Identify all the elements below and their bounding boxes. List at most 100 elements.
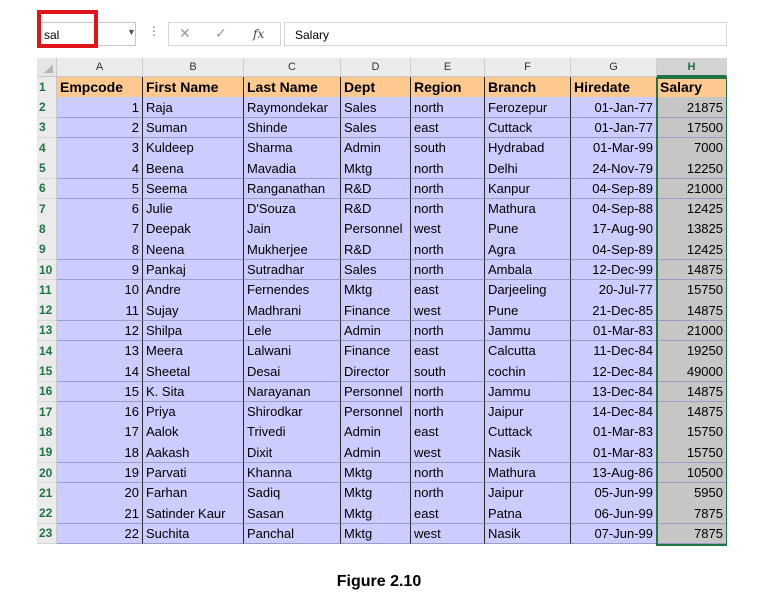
row-header-8[interactable]: 8	[37, 219, 57, 240]
table-cell[interactable]: east	[411, 503, 485, 525]
row-header-3[interactable]: 3	[37, 117, 57, 139]
table-cell[interactable]: 18	[57, 442, 143, 464]
table-cell[interactable]: 8	[57, 239, 143, 261]
table-cell[interactable]: east	[411, 280, 485, 301]
table-cell[interactable]: Kuldeep	[143, 137, 244, 159]
table-cell[interactable]: Kanpur	[485, 178, 571, 200]
table-cell[interactable]: 5	[57, 178, 143, 200]
table-cell[interactable]: 7000	[657, 137, 727, 159]
table-cell[interactable]: Admin	[341, 442, 411, 464]
table-cell[interactable]: 01-Mar-83	[571, 320, 657, 342]
row-header-23[interactable]: 23	[37, 523, 57, 545]
column-header-h[interactable]: H	[657, 58, 727, 77]
row-header-11[interactable]: 11	[37, 280, 57, 301]
row-header-18[interactable]: 18	[37, 422, 57, 443]
table-cell[interactable]: 15750	[657, 442, 727, 464]
table-cell[interactable]: Deepak	[143, 219, 244, 240]
table-cell[interactable]: 7	[57, 219, 143, 240]
table-cell[interactable]: 21000	[657, 320, 727, 342]
table-cell[interactable]: west	[411, 442, 485, 464]
table-cell[interactable]: Delhi	[485, 158, 571, 179]
table-cell[interactable]: Admin	[341, 422, 411, 443]
table-cell[interactable]: 04-Sep-89	[571, 178, 657, 200]
table-cell[interactable]: north	[411, 320, 485, 342]
table-cell[interactable]: R&D	[341, 239, 411, 261]
table-header-cell[interactable]: Branch	[485, 77, 571, 98]
table-cell[interactable]: 10	[57, 280, 143, 301]
table-cell[interactable]: Ambala	[485, 259, 571, 281]
row-header-22[interactable]: 22	[37, 503, 57, 525]
table-cell[interactable]: Nasik	[485, 523, 571, 545]
table-cell[interactable]: Personnel	[341, 381, 411, 403]
table-cell[interactable]: Aakash	[143, 442, 244, 464]
table-cell[interactable]: 7875	[657, 503, 727, 525]
table-cell[interactable]: north	[411, 259, 485, 281]
table-cell[interactable]: Finance	[341, 300, 411, 322]
table-cell[interactable]: 21875	[657, 97, 727, 119]
table-cell[interactable]: 22	[57, 523, 143, 545]
table-cell[interactable]: Mukherjee	[244, 239, 341, 261]
more-options-icon[interactable]: ⋮	[148, 24, 160, 38]
table-cell[interactable]: 11-Dec-84	[571, 340, 657, 362]
table-cell[interactable]: south	[411, 361, 485, 382]
table-cell[interactable]: 6	[57, 198, 143, 220]
table-cell[interactable]: Andre	[143, 280, 244, 301]
table-header-cell[interactable]: First Name	[143, 77, 244, 98]
table-cell[interactable]: west	[411, 219, 485, 240]
table-cell[interactable]: north	[411, 239, 485, 261]
table-cell[interactable]: cochin	[485, 361, 571, 382]
table-cell[interactable]: Pune	[485, 300, 571, 322]
row-header-10[interactable]: 10	[37, 259, 57, 281]
table-cell[interactable]: 10500	[657, 462, 727, 484]
table-cell[interactable]: Ferozepur	[485, 97, 571, 119]
table-cell[interactable]: 13	[57, 340, 143, 362]
row-header-13[interactable]: 13	[37, 320, 57, 342]
table-cell[interactable]: Panchal	[244, 523, 341, 545]
table-cell[interactable]: Sasan	[244, 503, 341, 525]
table-cell[interactable]: Lalwani	[244, 340, 341, 362]
table-cell[interactable]: west	[411, 300, 485, 322]
table-cell[interactable]: 7875	[657, 523, 727, 545]
table-cell[interactable]: 13-Dec-84	[571, 381, 657, 403]
table-cell[interactable]: Pune	[485, 219, 571, 240]
table-cell[interactable]: Shirodkar	[244, 401, 341, 423]
column-header-g[interactable]: G	[571, 58, 657, 77]
table-cell[interactable]: north	[411, 97, 485, 119]
table-cell[interactable]: 12-Dec-84	[571, 361, 657, 382]
column-header-c[interactable]: C	[244, 58, 341, 77]
table-cell[interactable]: Sales	[341, 97, 411, 119]
table-cell[interactable]: Pankaj	[143, 259, 244, 281]
table-cell[interactable]: Raja	[143, 97, 244, 119]
formula-input[interactable]: Salary	[284, 22, 727, 46]
table-cell[interactable]: Suchita	[143, 523, 244, 545]
table-cell[interactable]: Calcutta	[485, 340, 571, 362]
row-header-6[interactable]: 6	[37, 178, 57, 200]
table-cell[interactable]: Mathura	[485, 462, 571, 484]
table-cell[interactable]: 12425	[657, 198, 727, 220]
table-cell[interactable]: 49000	[657, 361, 727, 382]
table-cell[interactable]: Mktg	[341, 158, 411, 179]
table-cell[interactable]: 01-Mar-83	[571, 442, 657, 464]
table-cell[interactable]: 12250	[657, 158, 727, 179]
table-cell[interactable]: Admin	[341, 320, 411, 342]
table-cell[interactable]: 19	[57, 462, 143, 484]
table-cell[interactable]: Beena	[143, 158, 244, 179]
column-header-b[interactable]: B	[143, 58, 244, 77]
table-cell[interactable]: K. Sita	[143, 381, 244, 403]
row-header-15[interactable]: 15	[37, 361, 57, 382]
table-cell[interactable]: 13825	[657, 219, 727, 240]
table-cell[interactable]: Darjeeling	[485, 280, 571, 301]
table-cell[interactable]: Mktg	[341, 483, 411, 504]
table-cell[interactable]: 3	[57, 137, 143, 159]
insert-function-icon[interactable]: fx	[253, 27, 264, 41]
table-cell[interactable]: Ranganathan	[244, 178, 341, 200]
table-header-cell[interactable]: Empcode	[57, 77, 143, 98]
name-box-value[interactable]: sal	[44, 28, 59, 42]
table-cell[interactable]: north	[411, 158, 485, 179]
table-cell[interactable]: Sales	[341, 117, 411, 139]
table-cell[interactable]: Fernendes	[244, 280, 341, 301]
table-cell[interactable]: Meera	[143, 340, 244, 362]
table-cell[interactable]: Mktg	[341, 523, 411, 545]
table-cell[interactable]: 14875	[657, 300, 727, 322]
table-cell[interactable]: 13-Aug-86	[571, 462, 657, 484]
